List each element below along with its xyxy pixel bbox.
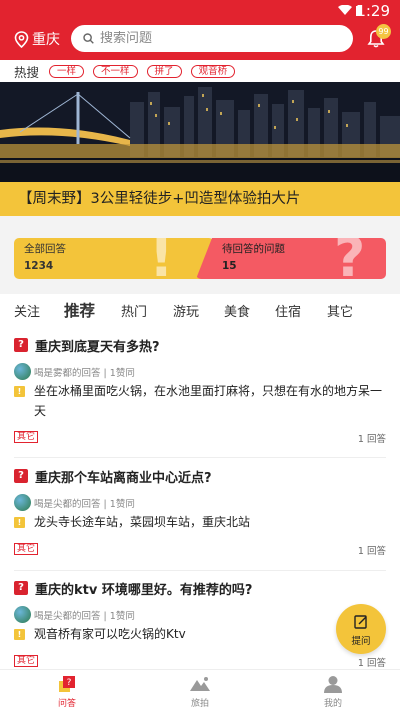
category-tag[interactable]: 其它 — [14, 431, 39, 443]
tab-recommend[interactable]: 推荐 — [64, 299, 95, 323]
like-count: 1赞同 — [109, 368, 135, 379]
question-title[interactable]: 重庆那个车站离商业中心近点? — [35, 467, 212, 486]
divider — [14, 457, 386, 458]
like-count: 1赞同 — [109, 611, 135, 622]
user-icon — [303, 674, 363, 694]
qa-icon: ? — [37, 674, 97, 694]
tab-other[interactable]: 其它 — [327, 301, 353, 320]
banner-image[interactable] — [0, 82, 400, 182]
question-card[interactable]: ? 重庆那个车站离商业中心近点? 喝是尖都的回答 | 1赞同 ! 龙头寺长途车站… — [14, 467, 386, 559]
answer-text[interactable]: 观音桥有家可以吃火锅的Ktv — [34, 624, 386, 644]
tab-food[interactable]: 美食 — [224, 301, 250, 320]
answer-suffix: 的回答 — [72, 368, 101, 379]
nav-item-travel-photo[interactable]: 旅拍 — [170, 674, 230, 709]
wifi-icon — [338, 5, 352, 15]
search-input[interactable] — [100, 31, 330, 46]
answer-count: 1 回答 — [357, 658, 386, 669]
all-answers-count: 1234 — [24, 260, 54, 272]
question-icon: ? — [14, 581, 28, 595]
banner-caption[interactable]: 【周末野】3公里轻徒步+凹造型体验拍大片 — [0, 182, 400, 216]
answer-meta: 喝是尖都的回答 | 1赞同 — [34, 611, 135, 622]
answer-user[interactable]: 喝是雾都 — [34, 368, 72, 379]
nav-label: 问答 — [57, 699, 76, 709]
answer-count: 1 回答 — [357, 434, 386, 445]
tab-play[interactable]: 游玩 — [173, 301, 199, 320]
search-icon — [83, 33, 94, 44]
answer-icon: ! — [14, 386, 25, 397]
category-tabs: 关注 推荐 热门 游玩 美食 住宿 其它 — [0, 294, 400, 326]
category-tag[interactable]: 其它 — [14, 655, 39, 667]
answer-meta: 喝是尖都的回答 | 1赞同 — [34, 499, 135, 510]
question-card[interactable]: ? 重庆的ktv 环境哪里好。有推荐的吗? 喝是尖都的回答 | 1赞同 ! 观音… — [14, 579, 386, 669]
pending-questions-card[interactable]: ? 待回答的问题 15 — [196, 238, 386, 279]
question-icon: ? — [14, 469, 28, 483]
svg-text:?: ? — [67, 678, 72, 688]
tab-follow[interactable]: 关注 — [14, 301, 40, 320]
hot-search-label: 热搜 — [14, 64, 40, 80]
search-bar[interactable] — [71, 25, 353, 52]
answer-icon: ! — [14, 629, 25, 640]
nav-label: 旅拍 — [190, 699, 209, 709]
all-answers-card[interactable]: ! 全部回答 1234 — [14, 238, 214, 279]
nav-item-mine[interactable]: 我的 — [303, 674, 363, 709]
category-tag[interactable]: 其它 — [14, 543, 39, 555]
exclamation-icon: ! — [149, 238, 174, 279]
question-title[interactable]: 重庆的ktv 环境哪里好。有推荐的吗? — [35, 579, 252, 598]
mountain-photo-icon — [170, 674, 230, 694]
answer-text[interactable]: 龙头寺长途车站，菜园坝车站，重庆北站 — [34, 512, 386, 532]
location-pin-icon — [14, 30, 29, 48]
question-card[interactable]: ? 重庆到底夏天有多热? 喝是雾都的回答 | 1赞同 ! 坐在冰桶里面吃火锅，在… — [14, 336, 386, 446]
answer-count: 1 回答 — [357, 546, 386, 557]
question-mark-icon: ? — [334, 238, 366, 279]
city-night-skyline — [0, 82, 400, 182]
city-label: 重庆 — [32, 32, 60, 48]
avatar[interactable] — [14, 363, 31, 380]
divider — [14, 570, 386, 571]
ask-question-button[interactable]: 提问 — [336, 604, 386, 654]
app-header: 1:29 重庆 99 — [0, 0, 400, 60]
edit-icon — [354, 615, 367, 629]
avatar[interactable] — [14, 606, 31, 623]
answer-meta: 喝是雾都的回答 | 1赞同 — [34, 368, 135, 379]
hot-search-tag[interactable]: 一样 — [49, 64, 85, 78]
answer-user[interactable]: 喝是尖都 — [34, 611, 72, 622]
status-time: 1:29 — [356, 2, 390, 20]
answer-user[interactable]: 喝是尖都 — [34, 499, 72, 510]
all-answers-label: 全部回答 — [24, 243, 66, 255]
stats-section: ! 全部回答 1234 ? 待回答的问题 15 — [0, 216, 400, 294]
question-icon: ? — [14, 338, 28, 352]
answer-suffix: 的回答 — [72, 611, 101, 622]
ask-question-label: 提问 — [351, 636, 371, 647]
notification-badge: 99 — [376, 24, 391, 39]
bottom-nav: ? 问答 旅拍 我的 — [0, 669, 400, 711]
hot-search-tag[interactable]: 观音桥 — [190, 64, 236, 78]
like-count: 1赞同 — [109, 499, 135, 510]
answer-text[interactable]: 坐在冰桶里面吃火锅，在水池里面打麻将，只想在有水的地方呆一天 — [34, 381, 386, 421]
hot-search-tag[interactable]: 拼了 — [146, 64, 182, 78]
nav-item-qa[interactable]: ? 问答 — [37, 674, 97, 709]
avatar[interactable] — [14, 494, 31, 511]
answer-suffix: 的回答 — [72, 499, 101, 510]
hot-search-bar: 热搜 一样 不一样 拼了 观音桥 — [0, 60, 400, 82]
hot-search-tag[interactable]: 不一样 — [93, 64, 138, 78]
status-bar: 1:29 — [0, 0, 400, 22]
question-title[interactable]: 重庆到底夏天有多热? — [35, 336, 160, 355]
tab-lodging[interactable]: 住宿 — [275, 301, 301, 320]
tab-hot[interactable]: 热门 — [121, 301, 147, 320]
answer-icon: ! — [14, 517, 25, 528]
city-selector[interactable]: 重庆 — [14, 29, 60, 49]
nav-label: 我的 — [323, 699, 342, 709]
